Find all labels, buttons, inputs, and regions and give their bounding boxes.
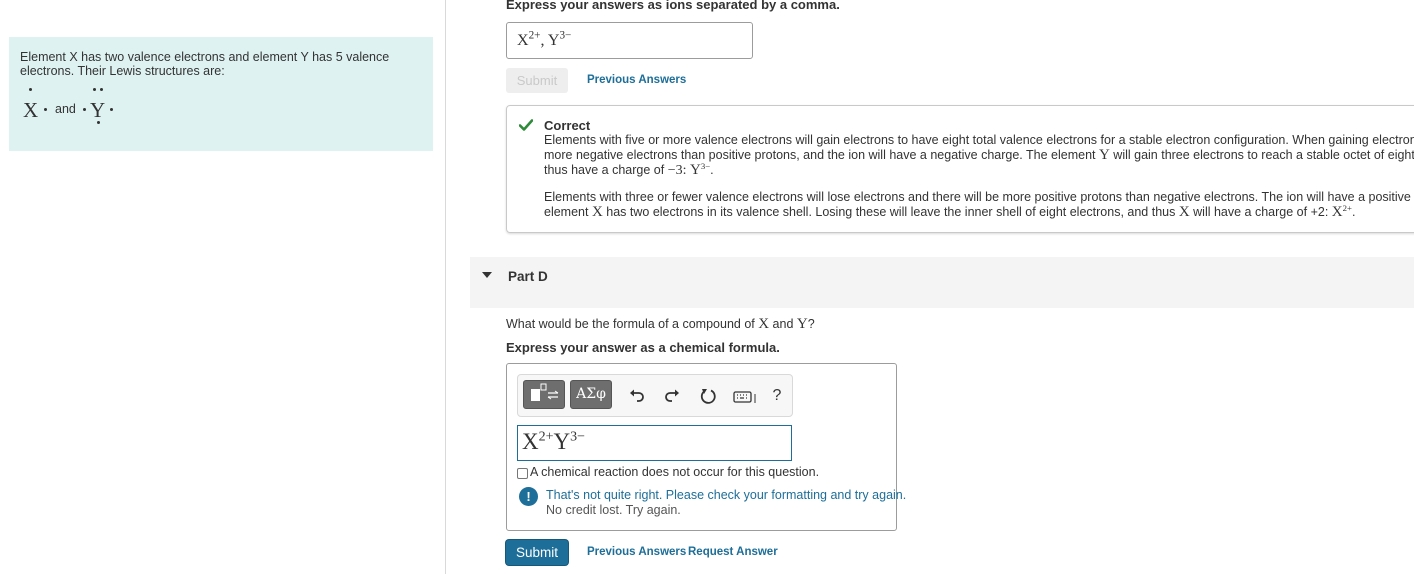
templates-icon (531, 383, 559, 401)
lewis-y-dot-right (110, 108, 113, 111)
element-y-symbol: Y (1098, 147, 1110, 163)
feedback-text: more negative electrons than positive pr… (544, 148, 1099, 162)
lewis-and-text: and (55, 102, 76, 116)
feedback-p1-line2: more negative electrons than positive pr… (544, 148, 1414, 163)
feedback-p1-line1: Elements with five or more valence elect… (544, 133, 1414, 148)
left-panel: Element X has two valence electrons and … (0, 0, 446, 574)
feedback-text: will gain three electrons to reach a sta… (1113, 148, 1414, 162)
part-c-answer-field[interactable]: X2+, Y3− (506, 22, 753, 59)
lewis-x-dot-top (29, 88, 32, 91)
part-c-previous-answers-link[interactable]: Previous Answers (587, 74, 686, 86)
lewis-y-symbol: Y (90, 98, 106, 122)
feedback-text: . (1351, 205, 1356, 219)
element-y-symbol: Y (796, 316, 808, 332)
question-text: ? (807, 317, 815, 331)
question-text: and (769, 317, 797, 331)
lewis-y-dot-bottom (97, 121, 100, 124)
feedback-p2-line2: element X has two electrons in its valen… (544, 202, 1414, 220)
answer-x: X (517, 32, 529, 49)
lewis-structure-y: Y (90, 99, 105, 121)
feedback-text: thus have a charge of (544, 163, 668, 177)
lewis-y-dot-top1 (93, 88, 96, 91)
problem-info-box: Element X has two valence electrons and … (9, 37, 433, 151)
x-charge: 2+ (1342, 202, 1352, 213)
part-d-title[interactable]: Part D (508, 269, 548, 284)
lewis-y-dot-left (83, 108, 86, 111)
feedback-text: will have a charge of +2: (1189, 205, 1332, 219)
feedback-text: Elements with three or fewer valence ele… (544, 190, 1414, 204)
lewis-x-symbol: X (23, 98, 39, 122)
feedback-text: has two electrons in its valence shell. … (602, 205, 1179, 219)
charge-value: −3: (667, 163, 690, 178)
feedback-text: element (544, 205, 592, 219)
lewis-structure-x: X (23, 99, 38, 121)
formula-y-charge: 3− (570, 429, 586, 445)
y-charge: 3− (700, 160, 711, 171)
formula-x-charge: 2+ (538, 429, 554, 445)
element-y-symbol: Y (690, 162, 701, 178)
feedback-p1-line3: thus have a charge of −3: Y3−. (544, 160, 1414, 178)
formula-y: Y (553, 429, 571, 454)
answer-y-charge: 3− (559, 29, 572, 42)
answer-separator: , (540, 32, 545, 49)
undo-icon[interactable] (627, 386, 647, 406)
part-d-instruction: Express your answer as a chemical formul… (506, 340, 780, 355)
help-icon[interactable]: ? (767, 386, 787, 406)
element-x-symbol: X (758, 316, 770, 332)
collapse-caret-icon[interactable] (482, 272, 492, 278)
templates-button[interactable] (523, 380, 565, 409)
answer-y: Y (547, 32, 560, 49)
request-answer-link[interactable]: Request Answer (688, 546, 778, 558)
formula-input[interactable]: X2+Y3− (517, 425, 792, 461)
feedback-p2-line1: Elements with three or fewer valence ele… (544, 190, 1414, 205)
part-d-previous-answers-link[interactable]: Previous Answers (587, 546, 686, 558)
check-icon (519, 119, 533, 131)
redo-icon[interactable] (662, 386, 682, 406)
element-x-symbol: X (1178, 204, 1190, 220)
warning-icon: ! (519, 487, 538, 506)
part-d-header[interactable] (470, 257, 1414, 308)
warning-message: That's not quite right. Please check you… (546, 488, 907, 502)
element-x-symbol: X (1331, 204, 1343, 220)
lewis-y-dot-top2 (100, 88, 103, 91)
warning-subtext: No credit lost. Try again. (546, 503, 681, 517)
feedback-text: Elements with five or more valence elect… (544, 133, 1414, 147)
part-c-submit-button[interactable]: Submit (506, 68, 568, 93)
symbols-button[interactable]: ΑΣφ (570, 380, 612, 409)
answer-x-charge: 2+ (528, 29, 541, 42)
element-x-symbol: X (591, 204, 603, 220)
keyboard-icon[interactable] (733, 386, 759, 406)
part-c-instruction: Express your answers as ions separated b… (506, 0, 840, 12)
formula-x: X (522, 429, 539, 454)
lewis-x-dot-right (44, 108, 47, 111)
part-d-question: What would be the formula of a compound … (506, 316, 815, 333)
feedback-text: . (710, 163, 714, 177)
no-reaction-label[interactable]: A chemical reaction does not occur for t… (530, 465, 819, 479)
question-text: What would be the formula of a compound … (506, 317, 759, 331)
part-d-submit-button[interactable]: Submit (506, 540, 568, 565)
no-reaction-checkbox[interactable] (517, 468, 528, 479)
problem-statement: Element X has two valence electrons and … (20, 50, 390, 78)
reset-icon[interactable] (698, 386, 718, 406)
feedback-title: Correct (544, 118, 591, 133)
